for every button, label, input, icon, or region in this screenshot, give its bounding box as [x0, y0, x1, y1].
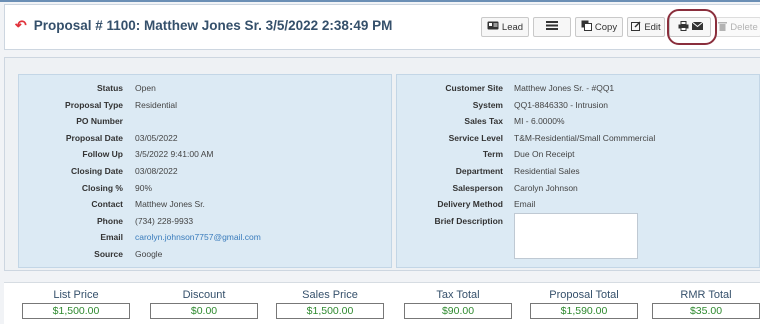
status-label: Status [97, 83, 123, 93]
totals-summary-bar: List Price $1,500.00 Discount $0.00 Sales Pr… [4, 282, 760, 324]
system-value: QQ1-8846330 - Intrusion [514, 99, 609, 110]
term-value: Due On Receipt [514, 149, 575, 160]
summary-tax-total: Tax Total $90.00 [404, 289, 512, 319]
delete-button-label: Delete [730, 21, 758, 33]
department-value: Residential Sales [514, 166, 580, 176]
edit-button-label: Edit [644, 21, 661, 33]
rmr-total-amount: $35.00 [652, 303, 760, 319]
salesperson-value: Carolyn Johnson [514, 182, 578, 193]
lead-button[interactable]: Lead [481, 17, 529, 37]
contact-label: Contact [91, 199, 123, 210]
service-level-value: T&M-Residential/Small Commmercial [514, 132, 656, 143]
summary-list-price: List Price $1,500.00 [22, 289, 130, 319]
salesperson-label: Salesperson [452, 182, 503, 193]
summary-proposal-total: Proposal Total $1,590.00 [530, 289, 638, 319]
summary-discount: Discount $0.00 [150, 289, 258, 319]
closing-label: Closing % [81, 182, 123, 193]
phone-value: (734) 228-9933 [135, 215, 194, 226]
term-label: Term [482, 149, 503, 160]
sales-price-amount: $1,500.00 [276, 303, 384, 319]
copy-icon [581, 20, 592, 34]
customer-info-panel: Customer Site Matthew Jones Sr. - #QQ1 Sys… [396, 74, 760, 268]
brief-description-field[interactable] [514, 213, 638, 259]
edit-button[interactable]: Edit [627, 17, 665, 37]
print-email-highlight-annotation [667, 9, 717, 45]
follow-up-label: Follow Up [82, 149, 123, 160]
id-card-icon [487, 21, 499, 33]
trash-icon [718, 21, 728, 34]
copy-button-label: Copy [594, 21, 618, 33]
discount-amount: $0.00 [150, 303, 258, 319]
proposal-type-value: Residential [135, 99, 178, 110]
customer-site-value: Matthew Jones Sr. - #QQ1 [514, 83, 615, 93]
delivery-method-label: Delivery Method [437, 199, 503, 210]
undo-icon[interactable]: ↶ [15, 17, 27, 34]
lead-button-label: Lead [501, 21, 524, 33]
brief-description-label: Brief Description [434, 215, 504, 226]
sales-price-caption: Sales Price [302, 289, 358, 301]
proposal-title-text: Proposal # 1100: Matthew Jones Sr. 3/5/2… [33, 18, 393, 33]
list-price-amount: $1,500.00 [22, 303, 130, 319]
sales-tax-label: Sales Tax [464, 116, 503, 127]
closing-date-label: Closing Date [71, 166, 123, 176]
summary-rmr-total: RMR Total $35.00 [652, 289, 760, 319]
follow-up-value: 3/5/2022 9:41:00 AM [135, 149, 214, 160]
closing-value: 90% [135, 182, 153, 193]
closing-date-value: 03/08/2022 [135, 166, 178, 176]
tax-total-caption: Tax Total [436, 289, 480, 301]
system-label: System [472, 99, 503, 110]
tax-total-amount: $90.00 [404, 303, 512, 319]
window-top-border [0, 0, 760, 2]
proposal-info-panel: Status Open Proposal Type Residential PO Num… [18, 74, 392, 268]
discount-caption: Discount [182, 289, 226, 301]
proposal-header: ↶ Proposal # 1100: Matthew Jones Sr. 3/5… [4, 4, 760, 50]
department-label: Department [455, 166, 503, 176]
proposal-total-caption: Proposal Total [549, 289, 619, 301]
rmr-total-caption: RMR Total [680, 289, 732, 301]
customer-site-label: Customer Site [445, 83, 503, 93]
delete-button[interactable]: Delete [715, 17, 760, 37]
list-price-caption: List Price [53, 289, 99, 301]
copy-button[interactable]: Copy [575, 17, 623, 37]
source-value: Google [135, 249, 163, 259]
proposal-total-amount: $1,590.00 [530, 303, 638, 319]
summary-sales-price: Sales Price $1,500.00 [276, 289, 384, 319]
po-number-label: PO Number [76, 116, 123, 127]
email-value[interactable]: carolyn.johnson7757@gmail.com [135, 232, 261, 242]
email-label: Email [100, 232, 123, 243]
contact-value: Matthew Jones Sr. [135, 199, 205, 210]
page-title: ↶ Proposal # 1100: Matthew Jones Sr. 3/5… [15, 17, 392, 34]
edit-icon [631, 21, 641, 34]
proposal-details-section: Status Open Proposal Type Residential PO Num… [4, 57, 760, 271]
list-icon [546, 21, 558, 33]
source-label: Source [94, 249, 123, 259]
delivery-method-value: Email [514, 199, 536, 210]
phone-label: Phone [97, 215, 123, 226]
status-value: Open [135, 83, 156, 93]
sales-tax-value: MI - 6.0000% [514, 116, 565, 127]
proposal-type-label: Proposal Type [65, 99, 123, 110]
proposal-date-label: Proposal Date [65, 132, 123, 143]
service-level-label: Service Level [448, 132, 503, 143]
list-button[interactable] [533, 17, 571, 37]
proposal-date-value: 03/05/2022 [135, 132, 178, 143]
